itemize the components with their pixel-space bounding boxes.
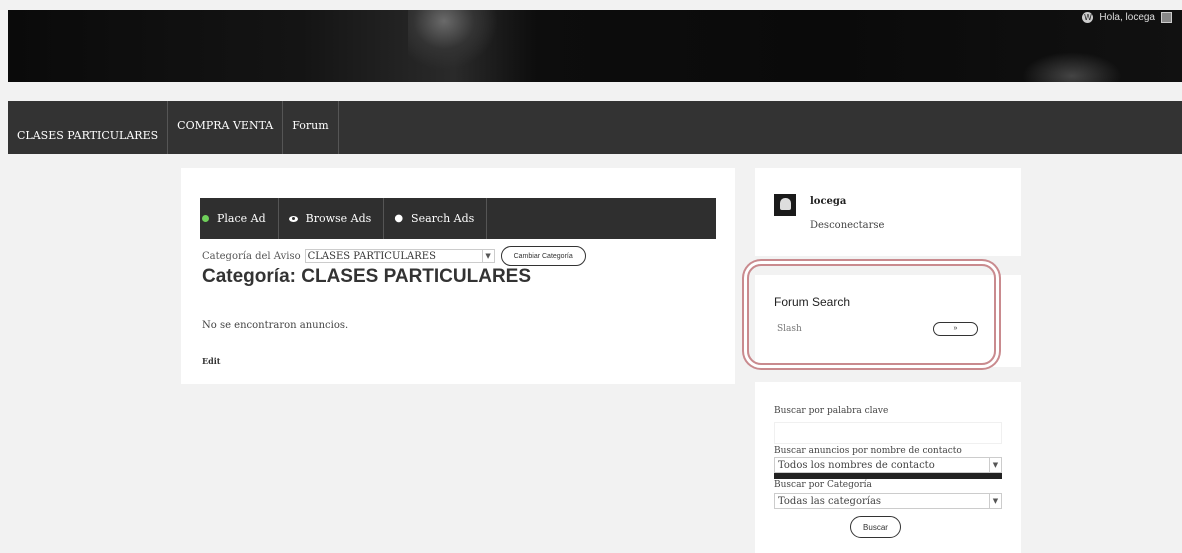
edit-link[interactable]: Edit [202,356,220,366]
category-select[interactable]: CLASES PARTICULARES ▼ [304,249,495,263]
browse-ads-link[interactable]: Browse Ads [288,198,385,239]
banner-image [408,10,498,70]
nav-item-label: Forum [292,119,329,132]
ad-toolbar: Place Ad Browse Ads ● Search Ads [200,198,716,239]
category-search-select-value: Todas las categorías [778,495,882,507]
nav-item-compra-venta[interactable]: COMPRA VENTA [168,101,284,154]
nav-item-forum[interactable]: Forum [283,101,339,154]
chevron-down-icon: ▼ [989,458,1001,472]
ad-search-widget: Buscar por palabra clave Buscar anuncios… [755,382,1021,553]
username[interactable]: locega [810,196,846,207]
main-content: Place Ad Browse Ads ● Search Ads Categor… [181,168,735,384]
browse-ads-label: Browse Ads [305,212,372,225]
page-title: Categoría: CLASES PARTICULARES [202,266,532,287]
nav-item-clases-particulares[interactable]: CLASES PARTICULARES [8,101,169,154]
category-row: Categoría del Aviso CLASES PARTICULARES … [202,246,586,266]
contact-select[interactable]: Todos los nombres de contacto ▼ [774,457,1002,473]
divider [774,473,1002,479]
nav-item-label: CLASES PARTICULARES [17,129,159,142]
search-ads-label: Search Ads [411,212,475,225]
contact-select-value: Todos los nombres de contacto [778,459,935,471]
search-ads-link[interactable]: ● Search Ads [394,198,488,239]
banner-image-detail [1022,52,1122,82]
category-label: Categoría del Aviso [202,250,301,262]
category-search-label: Buscar por Categoría [774,480,872,490]
contact-label: Buscar anuncios por nombre de contacto [774,446,962,456]
nav-item-label: COMPRA VENTA [177,119,274,132]
admin-topbar: W Hola, locega [1082,12,1172,23]
place-ad-label: Place Ad [217,212,266,225]
category-search-select[interactable]: Todas las categorías ▼ [774,493,1002,509]
change-category-button[interactable]: Cambiar Categoría [500,246,586,266]
place-ad-link[interactable]: Place Ad [200,198,279,239]
chevron-down-icon: ▼ [481,250,494,262]
avatar[interactable] [774,194,796,216]
eye-icon [288,215,298,222]
user-avatar-icon[interactable] [1161,12,1172,23]
greeting-link[interactable]: Hola, locega [1099,12,1155,23]
category-select-value: CLASES PARTICULARES [307,250,436,262]
main-nav: CLASES PARTICULARES COMPRA VENTA Forum [8,101,1182,154]
keyword-label: Buscar por palabra clave [774,406,889,416]
empty-message: No se encontraron anuncios. [202,320,349,331]
place-ad-icon [202,215,209,222]
search-submit-button[interactable]: Buscar [850,516,901,538]
chevron-down-icon: ▼ [989,494,1001,508]
search-icon: ● [394,213,404,224]
keyword-input[interactable] [774,422,1002,444]
header-banner [8,10,1182,82]
logout-link[interactable]: Desconectarse [810,220,884,231]
wordpress-icon[interactable]: W [1082,12,1094,23]
user-widget: locega Desconectarse [755,168,1021,256]
highlight-outline [747,264,996,365]
